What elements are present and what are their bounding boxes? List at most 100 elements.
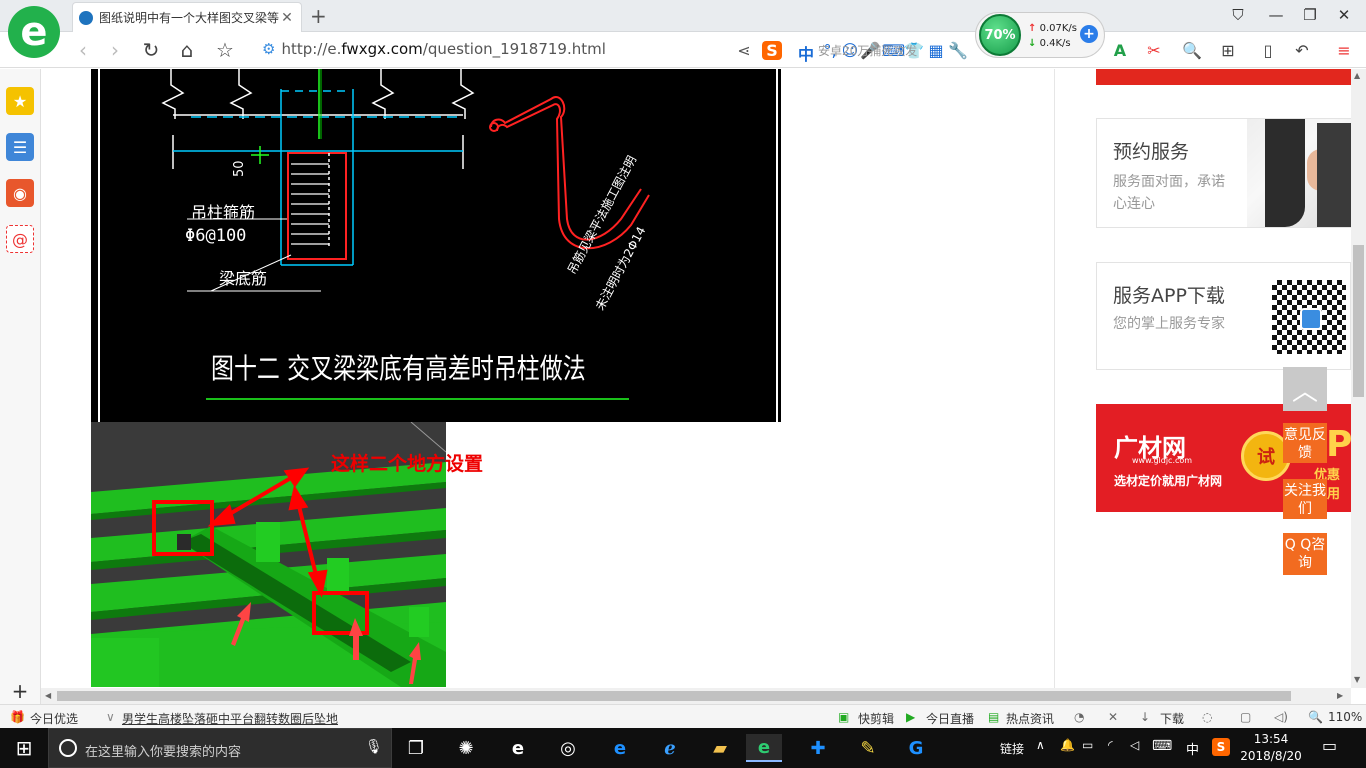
new-tab-icon[interactable]: + <box>310 4 327 28</box>
reading-mode-icon[interactable]: ▯ <box>1258 41 1278 60</box>
appointment-service-card[interactable]: 预约服务 服务面对面，承诺心连心 <box>1096 118 1351 228</box>
back-to-top-button[interactable]: ︿ <box>1283 367 1327 411</box>
window-close-icon[interactable]: ✕ <box>1332 6 1356 24</box>
task-view-icon[interactable]: ❐ <box>398 734 434 762</box>
scroll-up-icon[interactable]: ▲ <box>1354 71 1360 80</box>
navigation-bar: ‹ › ↻ ⌂ ☆ ⚙ http://e.fwxgx.com/question_1… <box>0 32 1366 68</box>
favorite-star-icon[interactable]: ☆ <box>212 38 238 62</box>
forward-icon[interactable]: › <box>102 38 128 62</box>
active-browser-icon[interactable]: e <box>746 734 782 762</box>
ime-mode-label[interactable]: 中 <box>796 41 816 65</box>
live-link[interactable]: 今日直播 <box>926 710 974 727</box>
tab-close-icon[interactable]: ✕ <box>279 10 295 26</box>
speed-boost-icon[interactable]: + <box>1080 25 1098 43</box>
address-bar[interactable]: ⚙ http://e.fwxgx.com/question_1918719.htm… <box>262 40 606 58</box>
settings-wrench-icon[interactable]: 🔧 <box>948 41 968 60</box>
tools-icon[interactable]: ✕ <box>1108 710 1118 724</box>
tab-title: 图纸说明中有一个大样图交叉梁等 <box>99 11 279 25</box>
search-icon[interactable]: 🔍 <box>1182 41 1202 60</box>
network-speed-widget[interactable]: 70% ↑ 0.07K/s ↓ 0.4K/s + <box>975 12 1105 58</box>
browser-logo[interactable]: e <box>8 6 60 58</box>
live-play-icon: ▶ <box>906 710 916 724</box>
feedback-button[interactable]: 意见反馈 <box>1283 423 1327 463</box>
undo-icon[interactable]: ↶ <box>1292 41 1312 60</box>
promo-brand-url: www.gldjc.com <box>1132 456 1193 465</box>
scroll-down-icon[interactable]: ▼ <box>1354 675 1360 684</box>
horizontal-scrollbar[interactable]: ◀ ▶ <box>41 688 1351 704</box>
hot-news-link[interactable]: 热点资讯 <box>1006 710 1054 727</box>
speedometer-icon[interactable]: ◔ <box>1074 710 1084 724</box>
tencent-icon[interactable]: ✚ <box>800 734 836 762</box>
sound-icon[interactable]: ◁) <box>1274 710 1288 724</box>
screenshot-scissors-icon[interactable]: ✂ <box>1144 41 1164 60</box>
share-icon[interactable]: ⋖ <box>734 41 754 60</box>
app-download-card[interactable]: 服务APP下载 您的掌上服务专家 <box>1096 262 1351 370</box>
action-center-icon[interactable]: ▭ <box>1322 736 1337 755</box>
card-desc: 服务面对面，承诺心连心 <box>1113 174 1225 212</box>
ie-icon[interactable]: ℯ <box>652 734 688 762</box>
window-mode-icon[interactable]: ▢ <box>1240 710 1251 724</box>
left-sidebar: ★ ☰ ◉ @ + <box>0 69 41 704</box>
notification-bell-icon[interactable]: 🔔 <box>1060 738 1075 752</box>
tray-links-label[interactable]: 链接 <box>1000 740 1024 757</box>
quick-edit-link[interactable]: 快剪辑 <box>858 710 894 727</box>
g-app-icon[interactable]: G <box>898 734 934 762</box>
search-hint[interactable]: 安卓20万捕死攻发 <box>818 42 938 59</box>
menu-icon[interactable]: ≡ <box>1334 41 1354 60</box>
scroll-right-icon[interactable]: ▶ <box>1337 691 1343 700</box>
zoom-icon[interactable]: 🔍 <box>1308 710 1323 724</box>
apps-grid-icon[interactable]: ⊞ <box>1218 41 1238 60</box>
favorites-star-icon[interactable]: ★ <box>6 87 34 115</box>
windows-start-icon[interactable]: ⊞ <box>4 734 44 762</box>
sogou-ime-icon[interactable]: S <box>762 41 782 60</box>
zoom-level[interactable]: 110% <box>1328 710 1362 724</box>
email-icon[interactable]: @ <box>6 225 34 253</box>
gift-icon: 🎁 <box>10 710 25 724</box>
notepad-icon[interactable]: ✎ <box>850 734 886 762</box>
back-icon[interactable]: ‹ <box>70 38 96 62</box>
site-favicon-icon <box>79 10 93 25</box>
today-picks-link[interactable]: 今日优选 <box>30 710 78 727</box>
follow-us-button[interactable]: 关注我们 <box>1283 479 1327 519</box>
pinwheel-app-icon[interactable]: ✺ <box>448 734 484 762</box>
news-feed-icon[interactable]: ☰ <box>6 133 34 161</box>
wifi-icon[interactable]: ◜ <box>1108 738 1113 752</box>
promo-big-letter: P <box>1326 424 1351 465</box>
skin-icon[interactable]: ⛉ <box>1226 6 1250 24</box>
microphone-icon[interactable]: 🎙 <box>365 739 383 755</box>
scroll-left-icon[interactable]: ◀ <box>45 691 51 700</box>
url-path: /question_1918719.html <box>422 40 606 58</box>
horizontal-scroll-thumb[interactable] <box>57 691 1291 701</box>
minimize-icon[interactable]: — <box>1264 6 1288 24</box>
volume-icon[interactable]: ◁ <box>1130 738 1139 752</box>
weibo-icon[interactable]: ◉ <box>6 179 34 207</box>
home-icon[interactable]: ⌂ <box>174 38 200 62</box>
translate-icon[interactable]: A <box>1110 41 1130 60</box>
video-edit-icon: ▣ <box>838 710 850 724</box>
keyboard-icon[interactable]: ⌨ <box>1152 738 1172 754</box>
battery-icon[interactable]: ▭ <box>1082 738 1093 752</box>
top-banner-ad[interactable] <box>1096 69 1351 85</box>
browser-tab[interactable]: 图纸说明中有一个大样图交叉梁等 ✕ <box>72 2 302 32</box>
tray-chevron-up-icon[interactable]: ∧ <box>1036 738 1045 752</box>
chevron-down-icon[interactable]: ∨ <box>106 710 115 724</box>
news-ticker-link[interactable]: 男学生高楼坠落砸中平台翻转数圈后坠地 <box>122 710 338 727</box>
tray-ime-label[interactable]: 中 <box>1186 739 1199 758</box>
vertical-scroll-thumb[interactable] <box>1353 245 1364 397</box>
browser-e-icon[interactable]: e <box>500 734 536 762</box>
file-explorer-icon[interactable]: ▰ <box>702 734 738 762</box>
taskbar-search-placeholder: 在这里输入你要搜索的内容 <box>85 745 242 760</box>
edge-icon[interactable]: e <box>602 734 638 762</box>
vertical-scrollbar[interactable]: ▲ ▼ <box>1351 69 1366 688</box>
cleanup-icon[interactable]: ◌ <box>1202 710 1212 724</box>
clock-date: 2018/8/20 <box>1240 749 1302 763</box>
add-sidebar-icon[interactable]: + <box>6 677 34 705</box>
refresh-icon[interactable]: ↻ <box>138 38 164 62</box>
restore-icon[interactable]: ❐ <box>1298 6 1322 24</box>
download-link[interactable]: 下载 <box>1160 710 1184 727</box>
taskbar-clock[interactable]: 13:54 2018/8/20 <box>1240 731 1302 765</box>
taskbar-search-box[interactable]: 在这里输入你要搜索的内容 🎙 <box>48 728 392 768</box>
spiral-app-icon[interactable]: ◎ <box>550 734 586 762</box>
sogou-tray-icon[interactable]: S <box>1212 738 1230 756</box>
qq-consult-button[interactable]: Q Q咨询 <box>1283 533 1327 575</box>
